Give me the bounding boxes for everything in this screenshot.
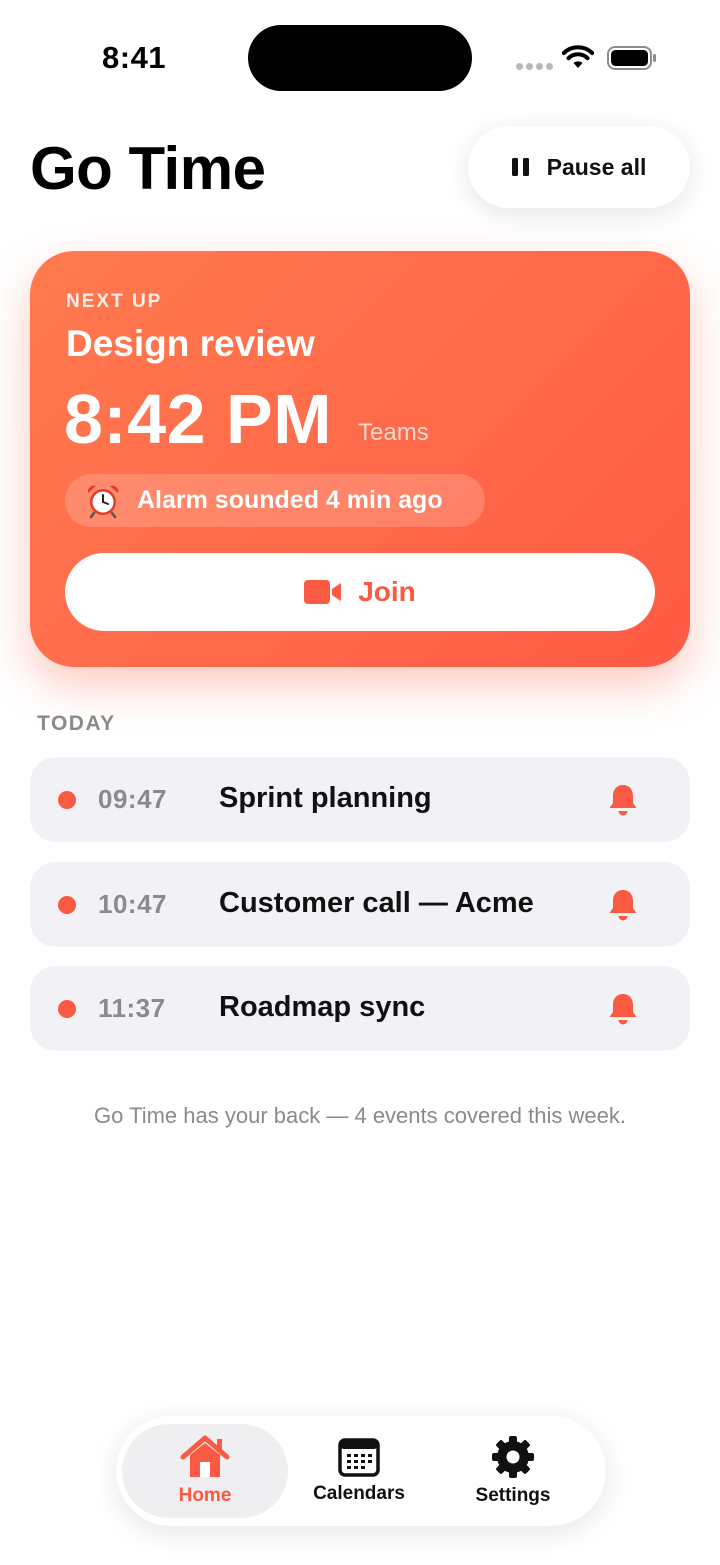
app-title: Go Time (30, 135, 266, 202)
event-title: Customer call — Acme (219, 887, 534, 919)
event-time: 10:47 (98, 889, 167, 919)
event-title: Roadmap sync (219, 991, 426, 1023)
video-camera-icon (304, 580, 342, 604)
event-row[interactable]: 10:47 Customer call — Acme (30, 862, 690, 947)
event-status-dot (58, 896, 76, 914)
pause-icon (511, 158, 529, 176)
dynamic-island (248, 25, 472, 91)
event-row[interactable]: 11:37 Roadmap sync (30, 966, 690, 1051)
alarm-clock-icon (87, 485, 119, 518)
pause-all-button[interactable]: Pause all (468, 126, 690, 208)
event-status-dot (58, 1000, 76, 1018)
bell-icon[interactable] (607, 992, 639, 1026)
cellular-signal-icon (516, 63, 553, 70)
screen: 8:41 Go Time Pause all NEXT UP Design re… (0, 0, 720, 1565)
gear-icon (492, 1436, 534, 1478)
next-up-card[interactable]: NEXT UP Design review 8:42 PM Teams Alar… (30, 251, 690, 667)
today-section-label: TODAY (37, 712, 116, 735)
event-time: 11:37 (98, 993, 166, 1023)
wifi-icon (562, 45, 594, 68)
tab-settings-label: Settings (475, 1485, 551, 1506)
tab-calendars[interactable]: Calendars (276, 1424, 442, 1518)
join-label: Join (358, 576, 416, 607)
coverage-footnote: Go Time has your back — 4 events covered… (94, 1103, 626, 1128)
join-button[interactable]: Join (65, 553, 655, 631)
event-title: Sprint planning (219, 782, 432, 814)
tab-settings[interactable]: Settings (430, 1424, 596, 1518)
home-icon (180, 1435, 230, 1477)
calendar-icon (338, 1438, 380, 1477)
tab-bar: Home Calendars Settings (116, 1416, 606, 1526)
next-up-label: NEXT UP (66, 291, 163, 312)
next-event-platform: Teams (358, 419, 429, 446)
event-time: 09:47 (98, 784, 167, 814)
next-event-title: Design review (66, 323, 315, 364)
tab-home[interactable]: Home (122, 1424, 288, 1518)
tab-home-label: Home (178, 1485, 232, 1506)
next-event-time: 8:42 PM (64, 380, 333, 458)
tab-calendars-label: Calendars (313, 1483, 405, 1504)
bell-icon[interactable] (607, 783, 639, 817)
status-time: 8:41 (102, 40, 167, 75)
event-row[interactable]: 09:47 Sprint planning (30, 757, 690, 842)
event-status-dot (58, 791, 76, 809)
alarm-status-pill: Alarm sounded 4 min ago (65, 474, 485, 527)
pause-all-label: Pause all (546, 153, 647, 180)
bell-icon[interactable] (607, 888, 639, 922)
alarm-status-text: Alarm sounded 4 min ago (137, 486, 443, 514)
battery-icon (607, 46, 656, 70)
